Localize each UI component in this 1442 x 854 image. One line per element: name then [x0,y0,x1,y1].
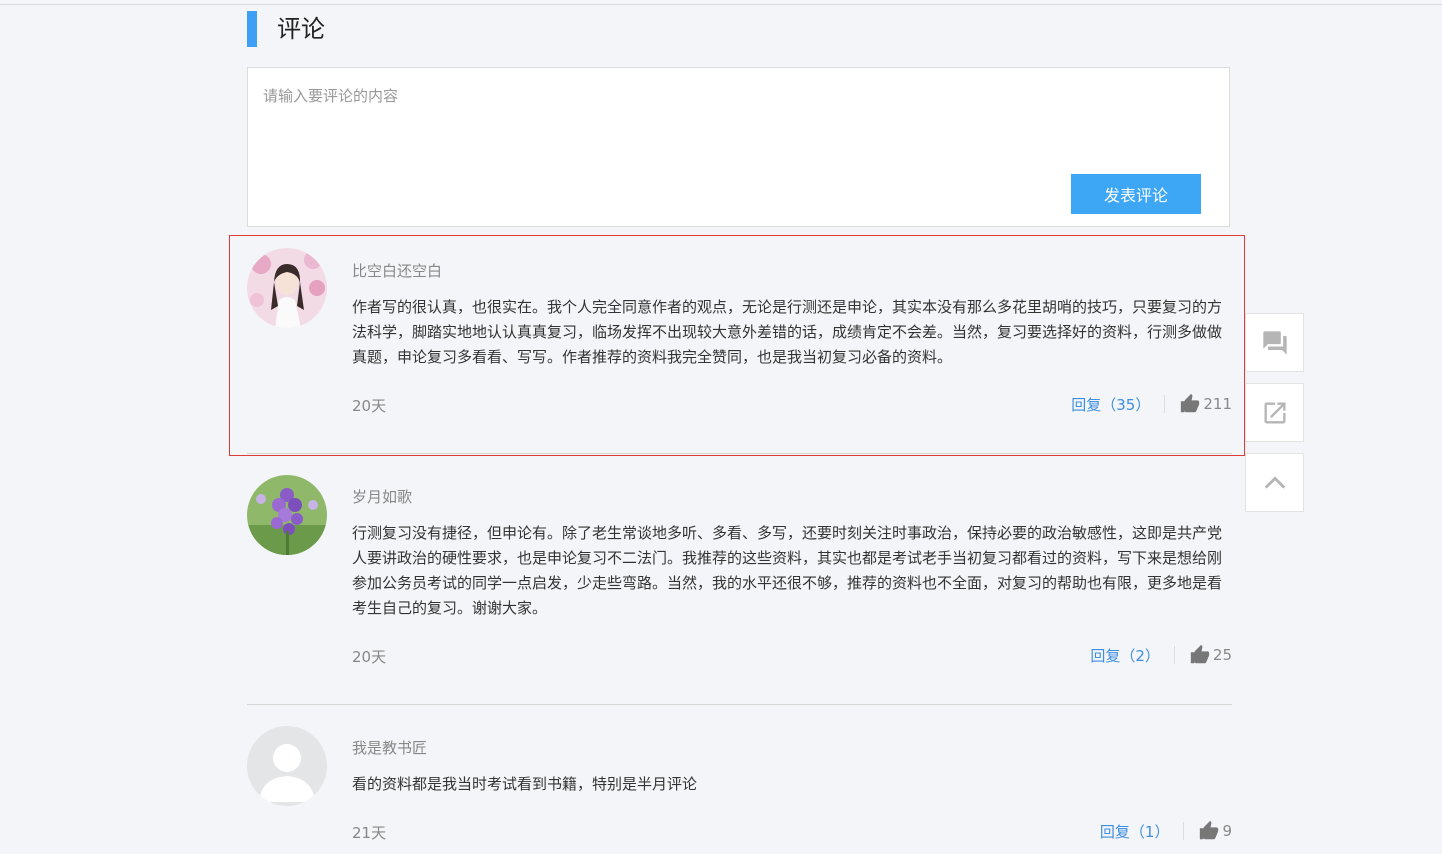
avatar[interactable] [247,248,327,328]
comment-time: 20天 [352,397,387,415]
thumbs-up-icon [1200,820,1219,840]
like-count: 25 [1212,646,1232,664]
avatar[interactable] [247,726,327,806]
like-button[interactable]: 25 [1189,644,1232,666]
comment-text: 行测复习没有捷径，但申论有。除了老生常谈地多听、多看、多写，还要时刻关注时事政治… [352,524,1223,617]
comment-author[interactable]: 我是教书匠 [352,737,427,758]
back-to-top-button[interactable] [1245,453,1304,512]
float-comment-button[interactable] [1245,313,1304,372]
comment-divider [247,704,1232,705]
comment-actions: 回复（35） 211 [1071,393,1232,415]
thumbs-up-icon [1190,644,1210,664]
like-count: 9 [1222,822,1232,840]
default-avatar-icon [247,726,327,806]
section-header: 评论 [247,11,325,47]
submit-comment-button[interactable]: 发表评论 [1071,174,1201,214]
section-title: 评论 [277,15,325,43]
reply-button[interactable]: 回复（1） [1100,821,1170,842]
title-accent-bar [247,11,257,47]
avatar-flower-image [247,475,327,555]
comment-item: 岁月如歌 行测复习没有捷径，但申论有。除了老生常谈地多听、多看、多写，还要时刻关… [247,475,1232,675]
comment-divider [247,453,1232,454]
back-to-top-icon [1264,475,1285,489]
reply-button[interactable]: 回复（2） [1090,645,1160,666]
comment-author[interactable]: 岁月如歌 [352,486,412,507]
like-count: 211 [1203,395,1232,413]
avatar[interactable] [247,475,327,555]
comment-item: 比空白还空白 作者写的很认真，也很实在。我个人完全同意作者的观点，无论是行测还是… [247,248,1232,428]
like-button[interactable]: 9 [1198,820,1232,842]
comment-input[interactable] [248,68,1229,168]
comment-item: 我是教书匠 看的资料都是我当时考试看到书籍，特别是半月评论 21天 回复（1） … [247,726,1232,854]
comment-compose-box: 发表评论 [247,67,1230,227]
thumbs-up-icon [1181,393,1200,413]
comment-time: 21天 [352,824,387,842]
comment-actions: 回复（1） 9 [1100,820,1232,842]
comment-text: 作者写的很认真，也很实在。我个人完全同意作者的观点，无论是行测还是申论，其实本没… [352,298,1223,366]
avatar-portrait-image [247,248,327,328]
reply-button[interactable]: 回复（35） [1071,394,1150,415]
share-icon [1264,402,1285,423]
comment-time: 20天 [352,648,387,666]
float-share-button[interactable] [1245,383,1304,442]
like-button[interactable]: 211 [1179,393,1232,415]
comment-author[interactable]: 比空白还空白 [352,260,442,281]
action-separator [1173,646,1175,664]
comment-icon [1262,330,1287,355]
comment-actions: 回复（2） 25 [1090,644,1232,666]
action-separator [1183,822,1185,840]
action-separator [1164,395,1166,413]
comment-text: 看的资料都是我当时考试看到书籍，特别是半月评论 [352,775,698,793]
top-divider [0,4,1442,5]
